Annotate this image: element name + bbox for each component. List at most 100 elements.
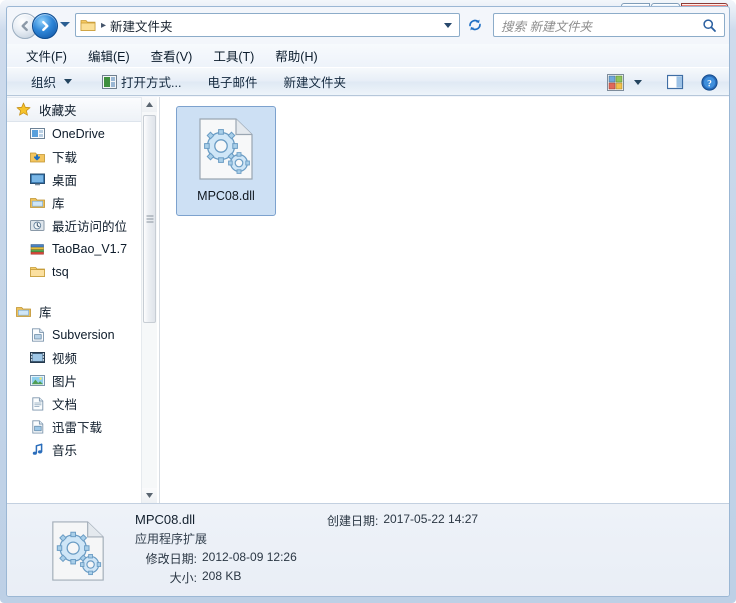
- sidebar-item-documents[interactable]: 文档: [7, 392, 144, 415]
- address-bar: ▸ 新建文件夹 搜索 新建文件夹: [7, 7, 729, 44]
- details-created-value: 2017-05-22 14:27: [383, 512, 479, 526]
- details-pane: MPC08.dll 应用程序扩展 修改日期: 2012-08-09 12:26 …: [7, 503, 729, 596]
- chevron-down-icon: [146, 493, 153, 498]
- sidebar-item-videos[interactable]: 视频: [7, 346, 144, 369]
- scroll-down-button[interactable]: [142, 488, 157, 503]
- menu-file[interactable]: 文件(F): [17, 43, 76, 68]
- sidebar-item-music[interactable]: 音乐: [7, 438, 144, 461]
- breadcrumb-separator-icon: ▸: [101, 19, 107, 31]
- onedrive-icon: [29, 125, 46, 142]
- navpane-scrollbar[interactable]: [141, 97, 157, 503]
- chevron-up-icon: [146, 102, 153, 107]
- search-box[interactable]: 搜索 新建文件夹: [493, 13, 725, 37]
- dll-file-icon: [52, 521, 104, 581]
- library-icon: [29, 194, 46, 211]
- folder-icon: [80, 20, 96, 31]
- address-input[interactable]: ▸ 新建文件夹: [75, 13, 460, 37]
- details-file-type: 应用程序扩展: [135, 532, 208, 546]
- navigation-list: 收藏夹 OneDrive 下载 桌面 库 最近访问的位 TaoBao_V1.7 …: [7, 97, 144, 461]
- navpane-header-libraries[interactable]: 库: [7, 300, 144, 323]
- recent-places-icon: [29, 217, 46, 234]
- forward-arrow-icon: [42, 20, 49, 32]
- open-with-label: 打开方式...: [121, 76, 182, 90]
- command-bar-right: ?: [601, 68, 723, 97]
- explorer-window: ✕ ▸ 新建文件夹: [0, 0, 736, 603]
- menu-edit[interactable]: 编辑(E): [79, 43, 139, 68]
- menu-help[interactable]: 帮助(H): [266, 43, 326, 68]
- main-area: 收藏夹 OneDrive 下载 桌面 库 最近访问的位 TaoBao_V1.7 …: [7, 97, 729, 503]
- breadcrumb[interactable]: 新建文件夹: [110, 16, 173, 35]
- email-button[interactable]: 电子邮件: [199, 68, 265, 95]
- taobao-icon: [29, 240, 46, 257]
- sidebar-item-label: 迅雷下载: [52, 421, 103, 435]
- thunder-download-icon: [29, 418, 46, 435]
- file-name-label: MPC08.dll: [197, 189, 255, 203]
- star-icon: [15, 101, 32, 118]
- sidebar-item-subversion[interactable]: Subversion: [7, 323, 144, 346]
- sidebar-item-thunder-download[interactable]: 迅雷下载: [7, 415, 144, 438]
- view-options-button[interactable]: [601, 71, 629, 95]
- sidebar-item-downloads[interactable]: 下载: [7, 145, 144, 168]
- sidebar-item-pictures[interactable]: 图片: [7, 369, 144, 392]
- menu-view[interactable]: 查看(V): [142, 43, 202, 68]
- view-options-dropdown[interactable]: [629, 71, 647, 95]
- organize-button[interactable]: 组织: [23, 68, 80, 95]
- documents-icon: [29, 395, 46, 412]
- sidebar-item-taobao[interactable]: TaoBao_V1.7: [7, 237, 144, 260]
- chevron-down-icon: [634, 80, 642, 85]
- sidebar-item-label: 桌面: [52, 174, 78, 188]
- refresh-button[interactable]: [462, 13, 488, 37]
- history-dropdown-icon[interactable]: [60, 22, 70, 27]
- address-dropdown-icon[interactable]: [444, 23, 452, 28]
- details-created-label: 创建日期:: [327, 514, 379, 528]
- library-icon: [15, 303, 32, 320]
- menu-bar: 文件(F) 编辑(E) 查看(V) 工具(T) 帮助(H): [7, 43, 729, 68]
- details-primary-column: MPC08.dll 应用程序扩展 修改日期: 2012-08-09 12:26 …: [135, 512, 335, 588]
- navpane-header-favorites[interactable]: 收藏夹: [7, 97, 144, 122]
- email-label: 电子邮件: [207, 76, 258, 90]
- sidebar-item-tsq[interactable]: tsq: [7, 260, 144, 283]
- scrollbar-grip: [146, 215, 153, 223]
- open-with-button[interactable]: 打开方式...: [94, 68, 189, 95]
- sidebar-item-label: 视频: [52, 352, 78, 366]
- sidebar-item-label: OneDrive: [52, 126, 105, 141]
- details-thumbnail: [47, 520, 109, 582]
- sidebar-item-label: 库: [52, 197, 65, 211]
- menu-tools[interactable]: 工具(T): [204, 43, 263, 68]
- scrollbar-thumb[interactable]: [143, 115, 156, 323]
- pictures-icon: [29, 372, 46, 389]
- window-client-area: ▸ 新建文件夹 搜索 新建文件夹 文件(F) 编辑(E) 查看(V) 工具(T)…: [6, 6, 730, 597]
- details-modified-row: 修改日期: 2012-08-09 12:26: [135, 550, 335, 567]
- search-icon: [703, 19, 716, 32]
- sidebar-item-label: 图片: [52, 375, 78, 389]
- view-options-icon: [606, 74, 624, 91]
- command-bar: 组织 打开方式... 电子邮件 新建文件夹 ?: [7, 67, 729, 97]
- sidebar-item-label: 文档: [52, 398, 78, 412]
- help-icon: ?: [700, 74, 718, 91]
- preview-pane-icon: [666, 74, 683, 90]
- sidebar-item-label: tsq: [52, 264, 69, 279]
- sidebar-item-label: Subversion: [52, 327, 115, 342]
- file-item[interactable]: MPC08.dll: [176, 106, 276, 216]
- sidebar-item-label: 音乐: [52, 444, 78, 458]
- sidebar-item-label: 最近访问的位: [52, 220, 128, 234]
- organize-label: 组织: [31, 76, 57, 90]
- details-modified-value: 2012-08-09 12:26: [202, 550, 297, 564]
- scrollbar-track[interactable]: [142, 112, 157, 488]
- new-folder-button[interactable]: 新建文件夹: [275, 68, 354, 95]
- sidebar-item-recent-places[interactable]: 最近访问的位: [7, 214, 144, 237]
- back-arrow-icon: [21, 20, 28, 32]
- forward-button[interactable]: [32, 13, 58, 39]
- search-input[interactable]: 搜索 新建文件夹: [501, 16, 592, 35]
- preview-pane-button[interactable]: [661, 71, 689, 95]
- svg-text:?: ?: [707, 79, 712, 89]
- help-button[interactable]: ?: [695, 71, 723, 95]
- sidebar-item-libraries-fav[interactable]: 库: [7, 191, 144, 214]
- sidebar-item-desktop[interactable]: 桌面: [7, 168, 144, 191]
- details-size-row: 大小: 208 KB: [135, 569, 335, 586]
- file-list-view[interactable]: MPC08.dll: [160, 97, 729, 503]
- new-folder-label: 新建文件夹: [283, 76, 346, 90]
- sidebar-item-onedrive[interactable]: OneDrive: [7, 122, 144, 145]
- scroll-up-button[interactable]: [142, 97, 157, 112]
- open-with-icon: [102, 74, 118, 89]
